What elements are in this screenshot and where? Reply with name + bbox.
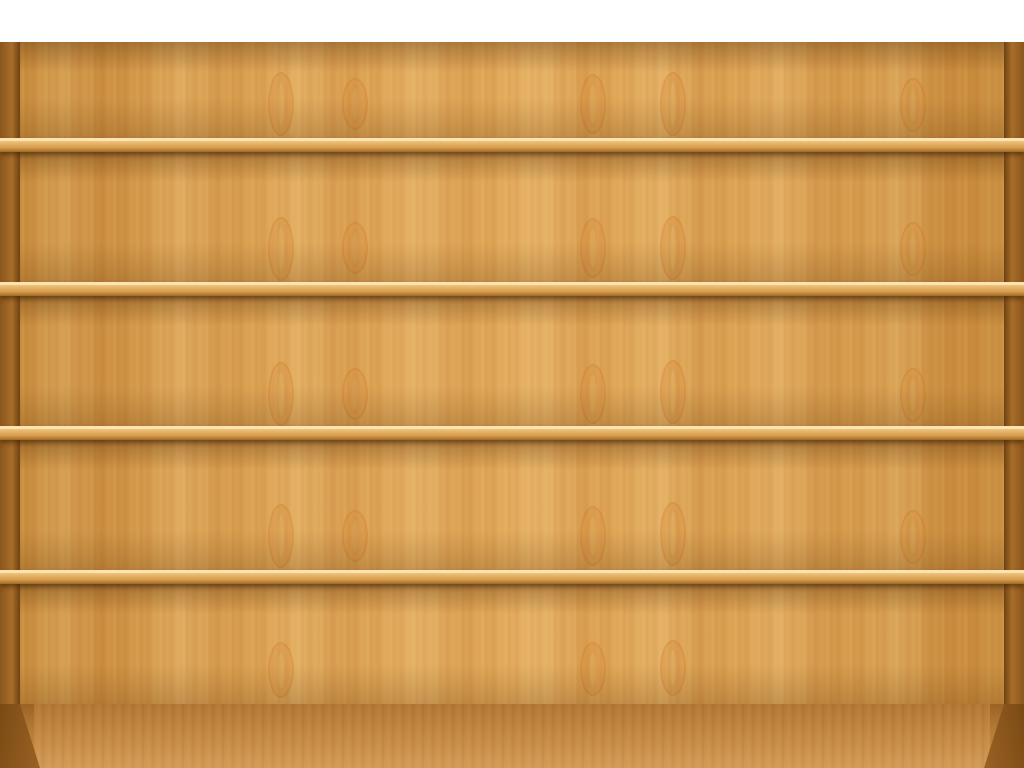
compartment-glow [20, 664, 1004, 704]
compartment-glow [20, 98, 1004, 138]
shelf-1 [0, 138, 1024, 152]
shelf-4 [0, 570, 1024, 584]
compartment-shadow [20, 584, 1004, 614]
page [0, 0, 1024, 768]
floor-surface [34, 704, 990, 768]
compartment-glow [20, 530, 1004, 570]
shelf-3 [0, 426, 1024, 440]
floor-right-bevel [984, 704, 1024, 768]
compartment-glow [20, 386, 1004, 426]
shelf-floor [0, 704, 1024, 768]
compartment-shadow [20, 440, 1004, 470]
compartment-shadow [20, 296, 1004, 326]
compartment-glow [20, 242, 1004, 282]
compartment-shadow [20, 42, 1004, 72]
compartment-shadow [20, 152, 1004, 182]
bookshelf-cabinet [0, 42, 1024, 768]
shelf-2 [0, 282, 1024, 296]
